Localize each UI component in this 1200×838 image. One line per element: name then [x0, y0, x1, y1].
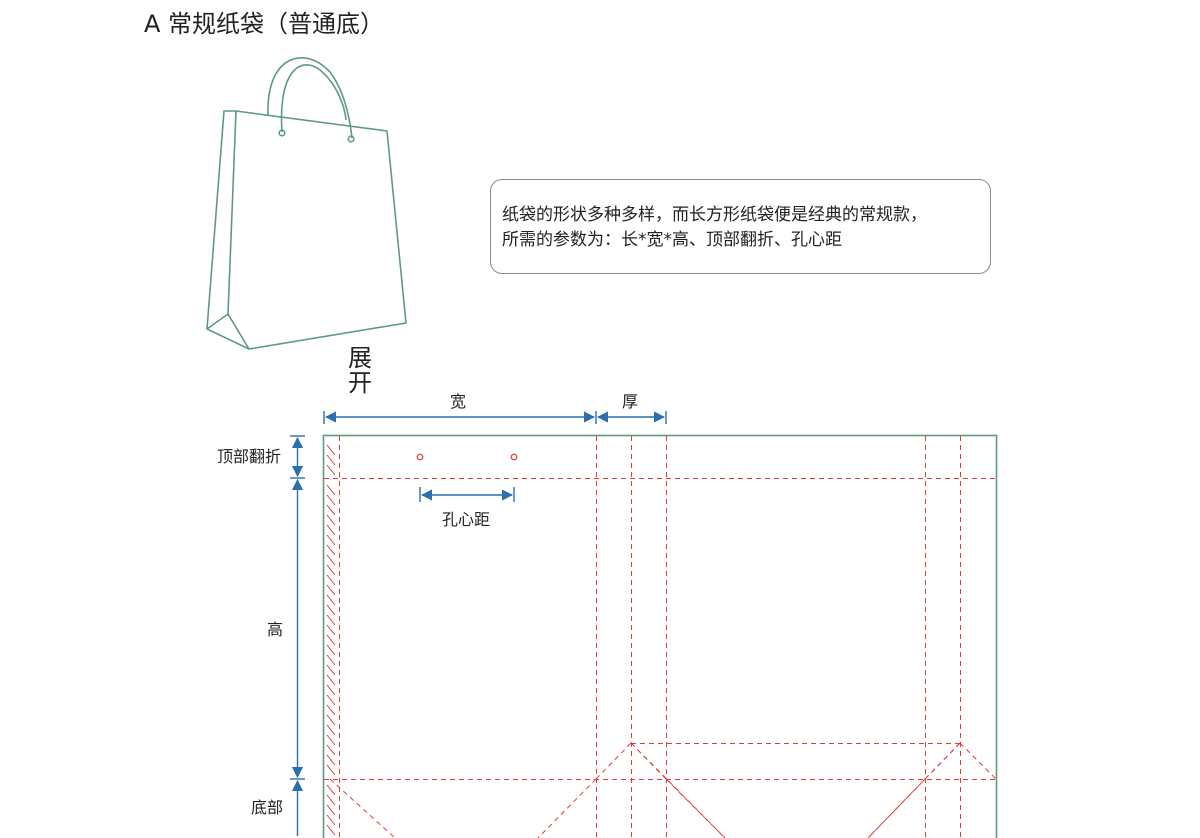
top-fold-label: 顶部翻折: [217, 447, 282, 466]
handle-hole-left: [416, 453, 424, 461]
height-label: 高: [267, 620, 284, 639]
thickness-label: 厚: [622, 392, 639, 411]
fold-lines: [324, 436, 997, 838]
hole-distance-label: 孔心距: [442, 510, 491, 529]
width-label: 宽: [450, 392, 467, 411]
dieline-outline: [322, 434, 998, 838]
glue-flap-hatch: [326, 444, 336, 836]
bottom-label: 底部: [251, 798, 284, 817]
dieline-diagram: [290, 411, 998, 838]
handle-hole-right: [510, 453, 518, 461]
